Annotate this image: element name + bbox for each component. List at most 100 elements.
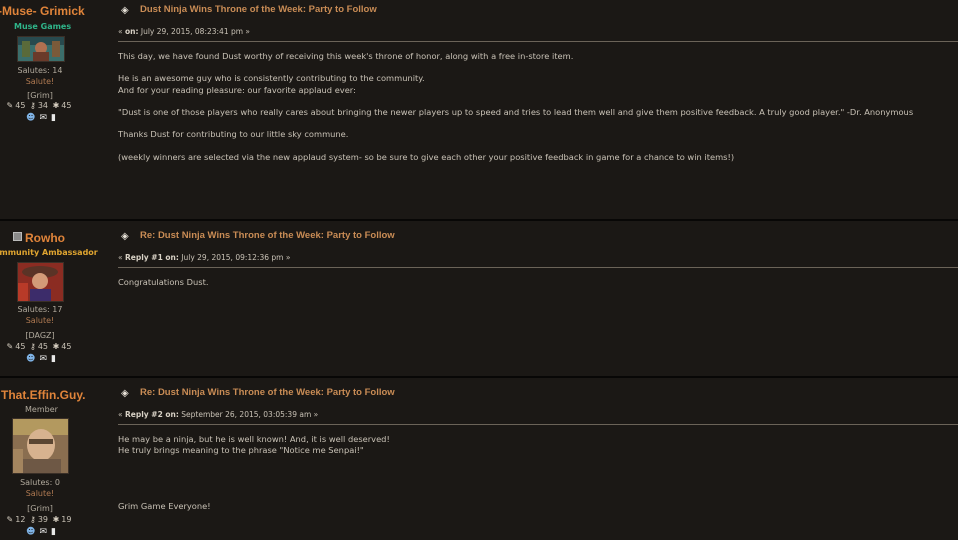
contact-icons: ☻ ✉ ▮	[0, 113, 96, 123]
profile-icon[interactable]: ☻	[26, 527, 35, 537]
post-content: ◈ Re: Dust Ninja Wins Throne of the Week…	[118, 387, 958, 537]
meta-prefix: «	[118, 410, 123, 419]
clan-tag: [Grim]	[27, 504, 53, 513]
post-content: ◈ Dust Ninja Wins Throne of the Week: Pa…	[118, 4, 958, 214]
author-rank: Muse Games	[14, 22, 72, 31]
email-icon[interactable]: ✉	[39, 354, 47, 364]
meta-date: July 29, 2015, 09:12:36 pm »	[181, 253, 291, 262]
pm-icon[interactable]: ▮	[51, 527, 56, 537]
star-icon: ✱	[52, 101, 60, 110]
profile-icon[interactable]: ☻	[26, 354, 35, 364]
meta-date: July 29, 2015, 08:23:41 pm »	[140, 27, 251, 36]
avatar-image	[18, 37, 64, 61]
salute-link[interactable]: Salute!	[0, 77, 95, 86]
body-line	[118, 479, 950, 490]
salutes-count: Salutes: 14	[17, 66, 63, 75]
meta-prefix: «	[118, 253, 123, 262]
stat-counters: ✎ 45 ⚷ 34 ✱ 45	[0, 101, 94, 110]
body-line	[118, 456, 950, 467]
post-body: Congratulations Dust.	[118, 277, 950, 288]
meta-date: September 26, 2015, 03:05:39 am »	[181, 410, 319, 419]
body-line	[118, 62, 950, 73]
stat-count: 45	[61, 101, 72, 110]
key-icon: ⚷	[29, 101, 36, 110]
post-meta: « Reply #2 on: September 26, 2015, 03:05…	[118, 410, 318, 419]
body-line: Grim Game Everyone!	[118, 501, 211, 512]
author-rank: Community Ambassador	[0, 248, 98, 257]
message-icon: ◈	[121, 5, 129, 16]
post-subject[interactable]: Re: Dust Ninja Wins Throne of the Week: …	[140, 230, 400, 241]
status-icon	[13, 232, 22, 241]
divider	[118, 424, 958, 425]
clan-tag: [Grim]	[27, 91, 53, 100]
author-rank: Member	[25, 405, 58, 414]
email-icon[interactable]: ✉	[39, 527, 47, 537]
meta-label: Reply #1 on:	[124, 253, 179, 262]
message-icon: ◈	[121, 231, 129, 242]
post-3: That.Effin.Guy. Member Salutes: 0 Salute…	[0, 378, 958, 540]
contact-icons: ☻ ✉ ▮	[0, 527, 96, 537]
body-line: "Dust is one of those players who really…	[118, 107, 914, 118]
meta-label: Reply #2 on:	[124, 410, 179, 419]
avatar	[12, 418, 69, 474]
post-body: This day, we have found Dust worthy of r…	[118, 51, 950, 163]
poster-info: That.Effin.Guy. Member Salutes: 0 Salute…	[0, 378, 110, 540]
post-content: ◈ Re: Dust Ninja Wins Throne of the Week…	[118, 230, 958, 370]
stat-count: 12	[15, 515, 26, 524]
body-line: Congratulations Dust.	[118, 277, 209, 287]
author-name[interactable]: Rowho	[13, 231, 65, 245]
body-line	[118, 468, 950, 479]
stat-count: 45	[37, 342, 49, 351]
stat-count: 45	[61, 342, 72, 351]
body-line: Thanks Dust for contributing to our litt…	[118, 129, 349, 140]
key-icon: ⚷	[29, 342, 36, 351]
author-name[interactable]: -Muse- Grimick	[0, 4, 85, 18]
avatar-image	[13, 419, 68, 473]
meta-label: on:	[124, 27, 139, 36]
body-line: He truly brings meaning to the phrase "N…	[118, 445, 364, 456]
body-line	[118, 96, 950, 107]
stat-count: 39	[37, 515, 49, 524]
message-icon: ◈	[121, 388, 129, 399]
poster-info: -Muse- Grimick Muse Games Salutes: 14 Sa…	[0, 0, 110, 219]
clan-tag: [DAGZ]	[25, 331, 55, 340]
email-icon[interactable]: ✉	[39, 113, 47, 123]
pm-icon[interactable]: ▮	[51, 113, 56, 123]
pencil-icon: ✎	[6, 101, 14, 110]
poster-info: Rowho Community Ambassador Salutes: 17 S…	[0, 221, 110, 376]
salute-link[interactable]: Salute!	[0, 316, 95, 325]
avatar	[17, 36, 65, 62]
post-2: Rowho Community Ambassador Salutes: 17 S…	[0, 221, 958, 378]
post-subject[interactable]: Re: Dust Ninja Wins Throne of the Week: …	[140, 387, 400, 398]
pencil-icon: ✎	[6, 342, 14, 351]
star-icon: ✱	[52, 342, 60, 351]
body-line	[118, 118, 950, 129]
avatar-image	[18, 263, 63, 301]
post-meta: « on: July 29, 2015, 08:23:41 pm »	[118, 27, 250, 36]
pm-icon[interactable]: ▮	[51, 354, 56, 364]
body-line: He may be a ninja, but he is well known!…	[118, 434, 390, 444]
body-line	[118, 490, 950, 501]
stat-count: 45	[15, 342, 26, 351]
author-name[interactable]: That.Effin.Guy.	[1, 388, 85, 402]
body-line: This day, we have found Dust worthy of r…	[118, 51, 574, 61]
divider	[118, 267, 958, 268]
profile-icon[interactable]: ☻	[26, 113, 35, 123]
salute-link[interactable]: Salute!	[0, 489, 95, 498]
body-line: (weekly winners are selected via the new…	[118, 151, 735, 162]
key-icon: ⚷	[29, 515, 36, 524]
stat-counters: ✎ 12 ⚷ 39 ✱ 19	[0, 515, 94, 524]
stat-counters: ✎ 45 ⚷ 45 ✱ 45	[0, 342, 94, 351]
star-icon: ✱	[52, 515, 60, 524]
stat-count: 19	[61, 515, 72, 524]
body-line	[118, 141, 950, 152]
post-meta: « Reply #1 on: July 29, 2015, 09:12:36 p…	[118, 253, 290, 262]
avatar	[17, 262, 64, 302]
author-name-text: Rowho	[25, 231, 65, 245]
post-subject[interactable]: Dust Ninja Wins Throne of the Week: Part…	[140, 4, 400, 15]
pencil-icon: ✎	[6, 515, 14, 524]
contact-icons: ☻ ✉ ▮	[0, 354, 96, 364]
post-1: -Muse- Grimick Muse Games Salutes: 14 Sa…	[0, 0, 958, 221]
salutes-count: Salutes: 17	[17, 305, 63, 314]
stat-count: 34	[37, 101, 49, 110]
